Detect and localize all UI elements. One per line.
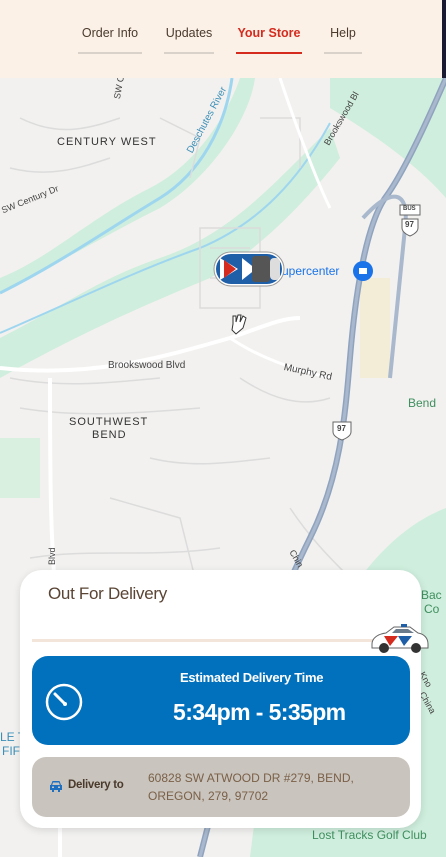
map-label-bend: Bend: [408, 396, 437, 410]
delivery-car-marker[interactable]: [212, 250, 286, 288]
map-label-hwy-97-mid: 97: [337, 424, 346, 433]
tab-order-info[interactable]: Order Info: [78, 22, 142, 54]
map-label-co: Co: [424, 602, 440, 616]
map-label-supercenter: upercenter: [282, 264, 340, 278]
map-label-lost-tracks: Lost Tracks Golf Club: [312, 828, 427, 842]
map-label-century-west: CENTURY WEST: [57, 136, 157, 148]
delivery-card: Out For Delivery Estimated Delivery Time…: [20, 570, 429, 828]
tab-help[interactable]: Help: [324, 22, 362, 54]
delivery-progress-bar: [32, 639, 400, 642]
map-label-bend-district: BEND: [92, 429, 127, 441]
map-label-southwest: SOUTHWEST: [69, 416, 149, 428]
top-navigation: Order Info Updates Your Store Help: [0, 0, 446, 78]
tab-your-store[interactable]: Your Store: [236, 22, 302, 54]
map-label-bus: BUS: [403, 206, 416, 212]
speedometer-icon: [45, 683, 83, 721]
map-label-fif: FIF: [2, 744, 20, 758]
delivery-address-panel: Delivery to 60828 SW ATWOOD DR #279, BEN…: [32, 757, 410, 817]
delivery-address: 60828 SW ATWOOD DR #279, BEND, OREGON, 2…: [148, 771, 354, 803]
tab-bar: Order Info Updates Your Store Help: [78, 22, 384, 54]
delivery-car-icon: [371, 624, 429, 653]
delivery-to-label: Delivery to: [68, 779, 124, 791]
map-label-bac: Bac: [421, 588, 442, 602]
eta-title: Estimated Delivery Time: [180, 670, 324, 685]
map-label-hwy-97-top: 97: [405, 220, 414, 229]
map-label-brookswood-blvd: Brookswood Blvd: [108, 360, 186, 371]
eta-time: 5:34pm - 5:35pm: [173, 699, 346, 725]
tab-updates[interactable]: Updates: [164, 22, 214, 54]
map-label-blvd: Blvd: [47, 547, 57, 565]
estimated-delivery-panel: Estimated Delivery Time 5:34pm - 5:35pm: [32, 656, 410, 745]
delivery-status: Out For Delivery: [48, 584, 167, 603]
car-icon: [50, 781, 62, 792]
